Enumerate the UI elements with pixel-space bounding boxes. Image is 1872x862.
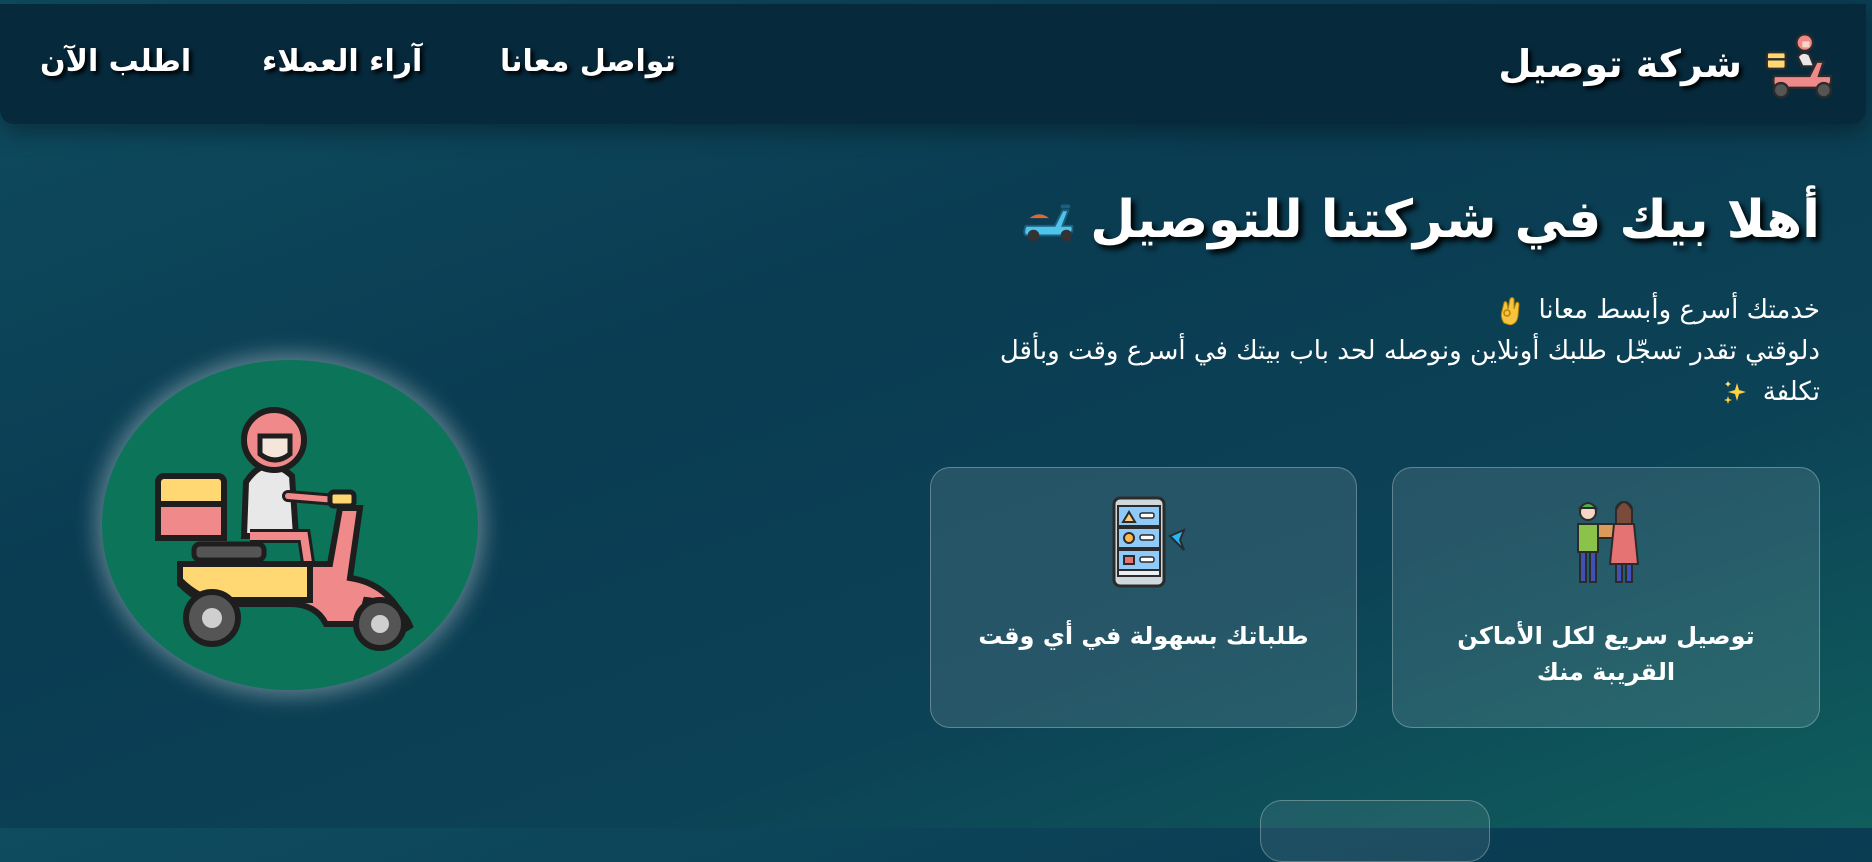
hero-desc-line-3-text: تكلفة <box>1762 377 1820 407</box>
feature-card-label: طلباتك بسهولة في أي وقت <box>978 622 1309 650</box>
feature-card-label: توصيل سريع لكل الأماكن القريبة منك <box>1457 622 1755 686</box>
nav-link-order-now[interactable]: اطلب الآن <box>40 44 191 79</box>
nav-link-reviews[interactable]: آراء العملاء <box>262 44 422 79</box>
hero-description: خدمتك أسرع وأبسط معانا دلوقتي تقدر تسجّل… <box>960 290 1820 413</box>
mobile-order-icon <box>1112 496 1186 588</box>
cta-button-partial[interactable] <box>1260 800 1490 862</box>
hero-desc-line-1-text: خدمتك أسرع وأبسط معانا <box>1538 295 1820 325</box>
nav-link-contact[interactable]: تواصل معانا <box>500 44 676 79</box>
hero-desc-line-1: خدمتك أسرع وأبسط معانا <box>960 290 1820 331</box>
feature-card-easy-orders[interactable]: طلباتك بسهولة في أي وقت <box>930 467 1357 728</box>
hero-title-text: أهلا بيك في شركتنا للتوصيل <box>1090 190 1820 250</box>
hero-title: أهلا بيك في شركتنا للتوصيل <box>1018 190 1820 250</box>
package-handover-icon <box>1577 501 1640 583</box>
top-navbar: شركة توصيل تواصل معانا آراء العملاء اطلب… <box>0 4 1866 124</box>
sparkles-emoji-icon <box>1724 380 1747 404</box>
feature-card-fast-delivery[interactable]: توصيل سريع لكل الأماكن القريبة منك <box>1392 467 1820 728</box>
hero-desc-line-2: دلوقتي تقدر تسجّل طلبك أونلاين ونوصله لح… <box>999 336 1820 366</box>
delivery-scooter-icon <box>1765 33 1833 99</box>
scooter-emoji-icon <box>1023 204 1074 242</box>
brand[interactable]: شركة توصيل <box>1498 26 1838 102</box>
brand-name: شركة توصيل <box>1498 42 1742 86</box>
delivery-rider-icon <box>155 407 414 651</box>
hero-desc-line-3: تكلفة <box>960 372 1820 413</box>
ok-hand-emoji-icon <box>1501 296 1520 325</box>
